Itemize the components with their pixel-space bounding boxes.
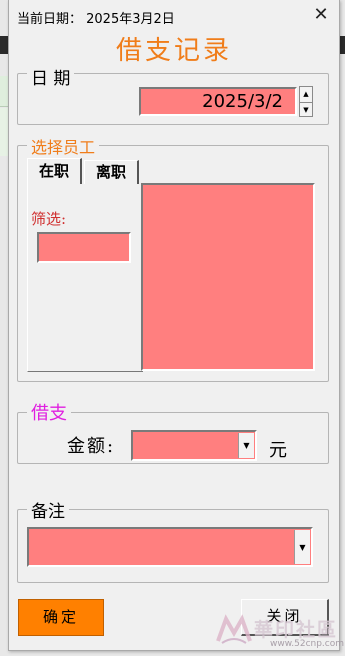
date-field[interactable]: 2025/3/2 <box>139 87 297 116</box>
currency-unit: 元 <box>269 440 287 461</box>
background-window-strip <box>0 36 8 54</box>
filter-input[interactable] <box>37 232 131 263</box>
loan-group-label: 借支 <box>27 399 71 425</box>
spin-up-icon[interactable]: ▲ <box>300 87 312 101</box>
employee-list[interactable] <box>141 183 315 371</box>
date-group-label: 日 期 <box>27 64 75 89</box>
remark-group-label: 备注 <box>27 497 69 522</box>
tab-active-employees[interactable]: 在职 <box>27 158 82 184</box>
amount-combobox[interactable]: ▼ <box>131 430 257 461</box>
background-cell-strip <box>0 108 8 156</box>
chevron-down-icon[interactable]: ▼ <box>294 530 310 564</box>
spin-down-icon[interactable]: ▼ <box>300 102 312 117</box>
chevron-down-icon[interactable]: ▼ <box>238 433 254 458</box>
background-cell-strip <box>0 76 8 107</box>
date-spinner[interactable]: ▲ ▼ <box>299 86 313 117</box>
filter-label: 筛选: <box>31 210 67 228</box>
window-title: 当前日期： 2025年3月2日 <box>17 12 175 27</box>
employee-group-label: 选择员工 <box>27 134 100 158</box>
confirm-button[interactable]: 确定 <box>18 599 104 636</box>
remark-combobox[interactable]: ▼ <box>27 527 313 567</box>
form-heading: 借支记录 <box>115 36 232 66</box>
close-icon[interactable]: ✕ <box>311 5 331 25</box>
close-button[interactable]: 关闭 <box>241 599 329 636</box>
amount-label: 金额: <box>67 436 116 457</box>
loan-record-dialog: 当前日期： 2025年3月2日 ✕ 借支记录 日 期 2025/3/2 ▲ ▼ … <box>8 0 340 651</box>
title-bar[interactable]: 当前日期： 2025年3月2日 ✕ <box>9 0 339 32</box>
